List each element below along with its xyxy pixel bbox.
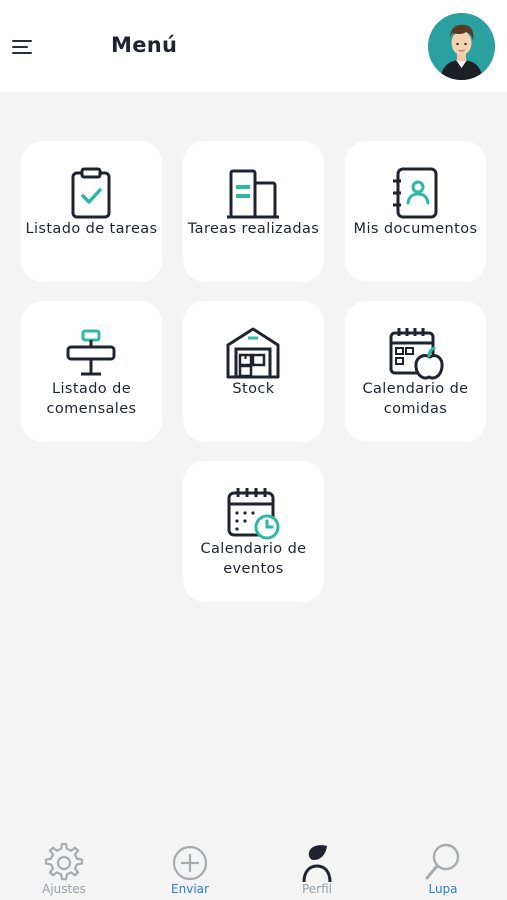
page-title: Menú (111, 33, 178, 57)
nav-ajustes[interactable]: Ajustes (19, 842, 109, 900)
buildings-icon (227, 169, 279, 219)
tile-label: Calendario de eventos (200, 541, 307, 577)
signpost-icon (66, 329, 116, 376)
app-header: Menú (0, 0, 507, 92)
tile-calendario-de-eventos[interactable]: Calendario de eventos (183, 461, 324, 602)
calendar-apple-icon (389, 328, 444, 380)
tile-listado-de-tareas[interactable]: Listado de tareas (21, 141, 162, 282)
nav-lupa[interactable]: Lupa (398, 842, 488, 900)
nav-perfil[interactable]: Perfil (272, 842, 362, 900)
tile-tareas-realizadas[interactable]: Tareas realizadas (183, 141, 324, 282)
contact-book-icon (393, 167, 438, 219)
tile-mis-documentos[interactable]: Mis documentos (345, 141, 486, 282)
tile-label: Listado de tareas (25, 221, 158, 237)
nav-label: Enviar (171, 882, 209, 896)
tile-label: Mis documentos (353, 221, 478, 237)
clipboard-check-icon (71, 167, 111, 219)
nav-label: Perfil (301, 882, 333, 896)
tile-stock[interactable]: Stock (183, 301, 324, 442)
warehouse-icon (226, 327, 280, 379)
tile-calendario-de-comidas[interactable]: Calendario de comidas (345, 301, 486, 442)
tile-label: Calendario de comidas (362, 381, 469, 417)
tile-label: Tareas realizadas (187, 221, 320, 237)
hamburger-icon[interactable] (12, 38, 34, 56)
bottom-nav: Ajustes Enviar Perfil Lupa (0, 830, 507, 900)
calendar-clock-icon (227, 488, 280, 540)
magnifier-icon (425, 843, 460, 880)
plus-circle-icon (172, 845, 208, 881)
tile-label: Listado de comensales (46, 381, 137, 417)
nav-label: Ajustes (42, 882, 86, 896)
nav-enviar[interactable]: Enviar (145, 842, 235, 900)
gear-icon (44, 842, 84, 881)
profile-icon (302, 845, 332, 882)
tile-listado-de-comensales[interactable]: Listado de comensales (21, 301, 162, 442)
avatar[interactable] (428, 13, 495, 80)
tile-label: Stock (232, 381, 275, 397)
nav-label: Lupa (428, 882, 458, 896)
